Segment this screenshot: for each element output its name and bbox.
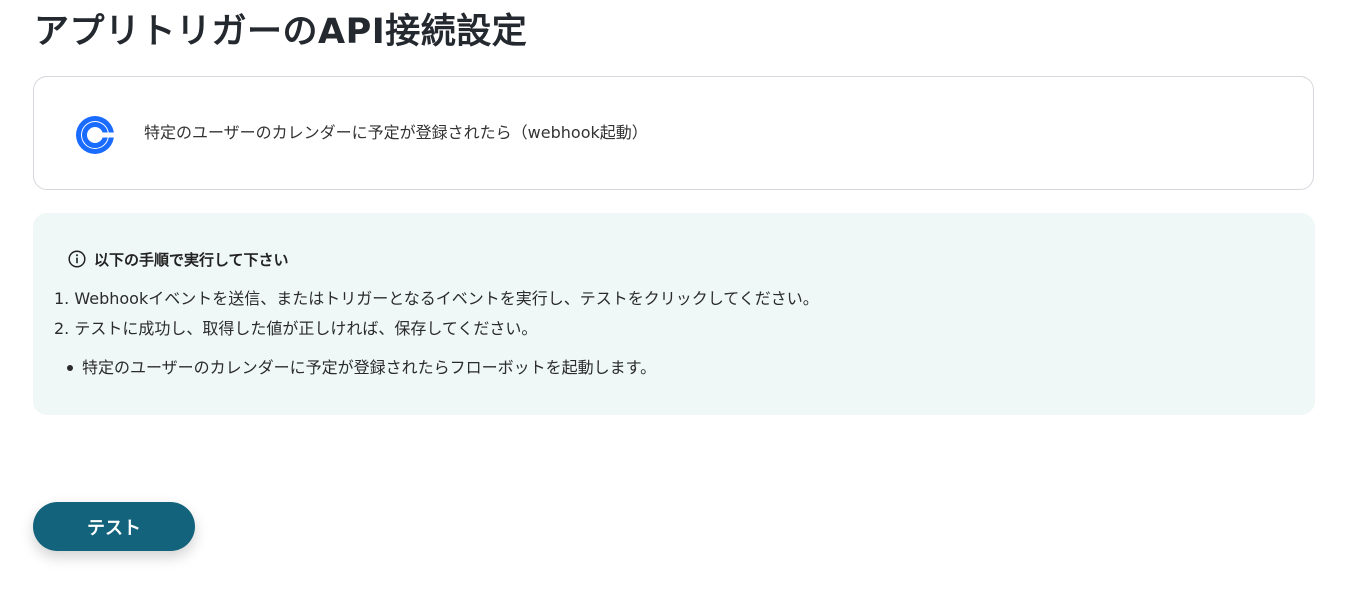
- trigger-label: 特定のユーザーのカレンダーに予定が登録されたら（webhook起動）: [144, 123, 648, 142]
- info-icon: [68, 250, 86, 268]
- instruction-note: 特定のユーザーのカレンダーに予定が登録されたらフローボットを起動します。: [54, 357, 656, 379]
- calendly-icon: [76, 116, 114, 154]
- instructions-panel: 以下の手順で実行して下さい 1. Webhookイベントを送信、またはトリガーと…: [33, 213, 1315, 415]
- instructions-heading-text: 以下の手順で実行して下さい: [94, 250, 289, 269]
- instructions-heading: 以下の手順で実行して下さい: [68, 248, 289, 270]
- instruction-note-text: 特定のユーザーのカレンダーに予定が登録されたらフローボットを起動します。: [82, 358, 657, 377]
- page-title: アプリトリガーのAPI接続設定: [34, 12, 528, 52]
- test-button[interactable]: テスト: [33, 502, 195, 551]
- instruction-step-1: 1. Webhookイベントを送信、またはトリガーとなるイベントを実行し、テスト…: [54, 289, 819, 308]
- trigger-card: 特定のユーザーのカレンダーに予定が登録されたら（webhook起動）: [33, 76, 1314, 190]
- api-connection-settings-page: アプリトリガーのAPI接続設定 特定のユーザーのカレンダーに予定が登録されたら（…: [0, 0, 1362, 589]
- instruction-step-2: 2. テストに成功し、取得した値が正しければ、保存してください。: [54, 319, 538, 338]
- bullet-icon: [67, 365, 73, 371]
